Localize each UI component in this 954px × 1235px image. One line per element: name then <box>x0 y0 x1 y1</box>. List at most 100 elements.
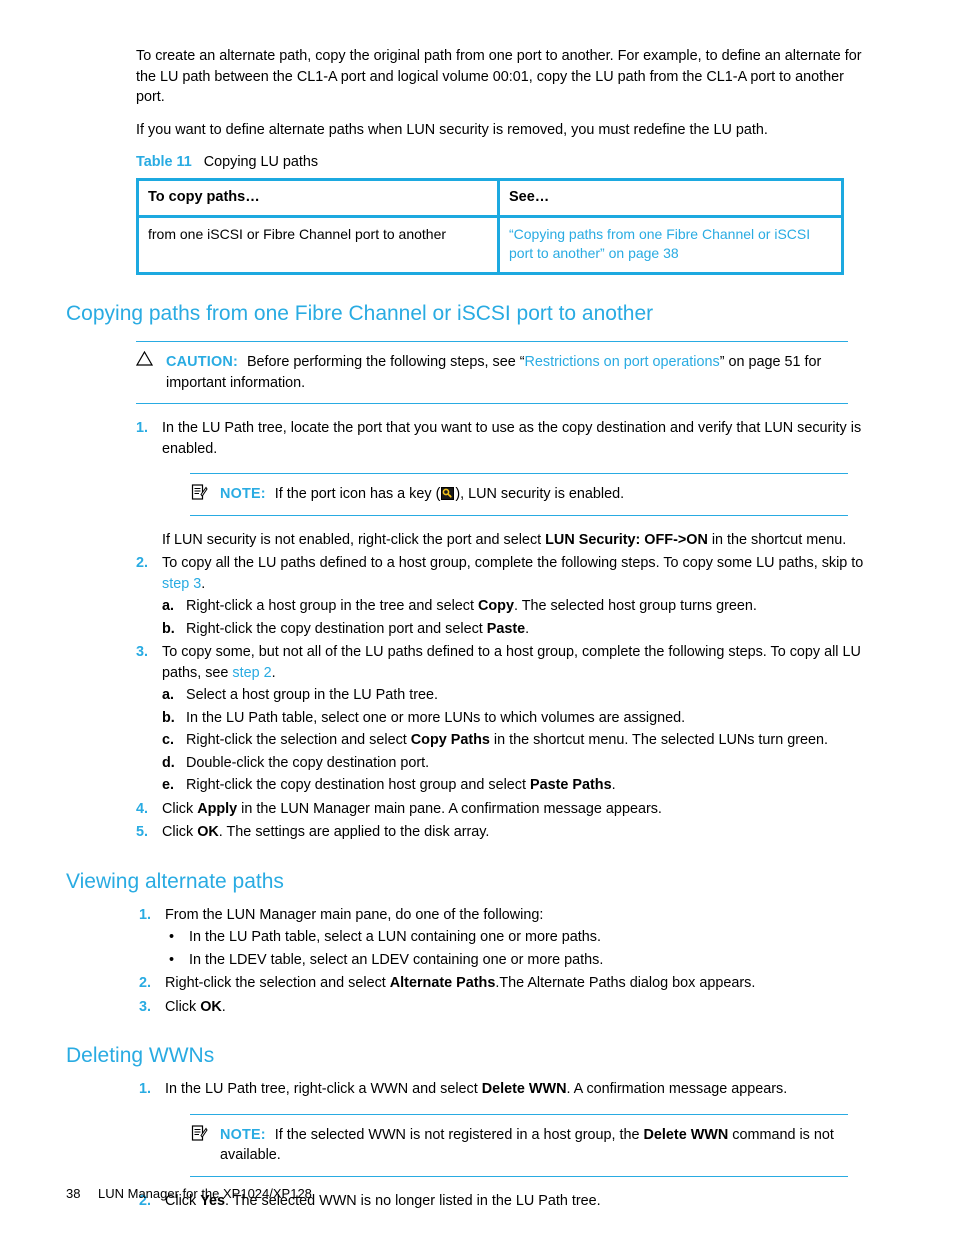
step-text: In the LU Path tree, locate the port tha… <box>162 420 862 457</box>
step-item: 1. In the LU Path tree, locate the port … <box>136 418 866 459</box>
page-footer: 38 LUN Manager for the XP1024/XP128 <box>66 1185 312 1203</box>
step-text-2: . A confirmation message appears. <box>566 1081 788 1097</box>
step-text-2: .The Alternate Paths dialog box appears. <box>495 975 756 991</box>
note2-bold: Delete WWN <box>643 1126 729 1143</box>
step-bold: Delete WWN <box>481 1081 567 1097</box>
bullet-dot-icon: • <box>169 951 175 968</box>
footer-title: LUN Manager for the XP1024/XP128 <box>98 1186 312 1201</box>
step-item: 2. Right-click the selection and select … <box>139 973 866 994</box>
step-text-2: . <box>271 664 276 681</box>
caution-rule-bottom <box>136 403 848 404</box>
copying-lu-paths-table: To copy paths… See… from one iSCSI or Fi… <box>136 178 844 275</box>
step-item: 3. To copy some, but not all of the LU p… <box>136 642 866 796</box>
step-number: 5. <box>136 824 149 840</box>
step-link[interactable]: step 3 <box>162 576 201 592</box>
substep-bold: Copy <box>477 598 514 614</box>
caution-label: CAUTION: <box>166 354 238 370</box>
substep-item: a. Right-click a host group in the tree … <box>162 596 866 617</box>
step-text-1: Click <box>165 998 201 1015</box>
substep-text-1: Double-click the copy destination port. <box>186 754 430 771</box>
note2-rule-bottom <box>190 1175 848 1177</box>
step-number: 2. <box>136 555 149 571</box>
section-heading-deleting-wwns: Deleting WWNs <box>66 1044 215 1067</box>
substep-letter: b. <box>162 620 175 637</box>
step-text-1: To copy all the LU paths defined to a ho… <box>162 555 864 571</box>
note1-text-before: If the port icon has a key ( <box>274 486 441 502</box>
substep-bold: Paste <box>486 620 526 637</box>
step-bold: Alternate Paths <box>389 975 496 991</box>
step-text-2: . The settings are applied to the disk a… <box>218 824 490 840</box>
note1-label: NOTE: <box>220 486 266 502</box>
table-caption: Table 11 Copying LU paths <box>66 152 866 172</box>
note-block-2: NOTE: If the selected WWN is not register… <box>66 1113 866 1177</box>
caution-block: CAUTION: Before performing the following … <box>66 341 866 404</box>
note1-rule-bottom <box>190 514 848 516</box>
table-header-row: To copy paths… See… <box>136 178 844 218</box>
step-item: 5. Click OK. The settings are applied to… <box>136 822 866 843</box>
step-bold: Apply <box>197 800 238 817</box>
bullet-item: • In the LDEV table, select an LDEV cont… <box>165 950 866 971</box>
substep-letter: c. <box>162 732 175 748</box>
substep-item: c. Right-click the selection and select … <box>162 730 866 751</box>
step-number: 3. <box>139 998 152 1015</box>
step-item: 2. To copy all the LU paths defined to a… <box>136 553 866 639</box>
substep-letter: b. <box>162 709 175 726</box>
warning-triangle-icon <box>136 351 158 369</box>
substep-text-1: Select a host group in the LU Path tree. <box>186 687 438 703</box>
substep-letter: e. <box>162 777 175 793</box>
table-header-to-copy-paths: To copy paths… <box>136 178 500 218</box>
substep-text-1: Right-click the selection and select <box>186 732 411 748</box>
bullet-item: • In the LU Path table, select a LUN con… <box>165 927 866 948</box>
bullet-dot-icon: • <box>169 929 175 945</box>
viewing-steps-block: 1. From the LUN Manager main pane, do on… <box>66 905 866 1018</box>
step-text-2: in the LUN Manager main pane. A confirma… <box>237 800 662 817</box>
note-block-1: NOTE: If the port icon has a key ( ), LUN … <box>66 473 866 516</box>
footer-page-number: 38 <box>66 1186 81 1201</box>
step-number: 1. <box>139 1081 152 1097</box>
step-text-1: In the LU Path tree, right-click a WWN a… <box>165 1081 482 1097</box>
step-text-1: Right-click the selection and select <box>165 975 390 991</box>
table-row: from one iSCSI or Fibre Channel port to … <box>136 215 844 275</box>
step-number: 3. <box>136 644 149 660</box>
caution-text-before: Before performing the following steps, s… <box>246 354 525 370</box>
step-link[interactable]: step 2 <box>232 665 271 681</box>
substep-letter: a. <box>162 687 175 703</box>
substep-text-1: Right-click the copy destination host gr… <box>186 777 530 793</box>
copying-steps-block-1: 1. In the LU Path tree, locate the port … <box>66 418 866 459</box>
key-icon <box>441 486 455 500</box>
substep-text-1: In the LU Path table, select one or more… <box>186 709 686 726</box>
intro-paragraph-2: If you want to define alternate paths wh… <box>136 121 768 138</box>
note-clipboard-icon <box>190 483 212 501</box>
step-text-2: . <box>201 575 206 592</box>
section-heading-viewing-alternate-paths: Viewing alternate paths <box>66 869 284 893</box>
substep-item: a. Select a host group in the LU Path tr… <box>162 685 866 706</box>
substep-text-2: . <box>611 777 616 793</box>
document-page: To create an alternate path, copy the or… <box>0 0 954 1235</box>
table-wrapper: To copy paths… See… from one iSCSI or Fi… <box>66 178 866 275</box>
copying-steps-block-2: If LUN security is not enabled, right-cl… <box>66 530 866 843</box>
note2-label: NOTE: <box>220 1126 266 1143</box>
note1-text-after: ), LUN security is enabled. <box>455 486 625 502</box>
step-item: 1. In the LU Path tree, right-click a WW… <box>139 1079 866 1100</box>
substep-text-2: . <box>525 620 530 637</box>
step-text-1: Click <box>162 824 198 840</box>
table-cell-description: from one iSCSI or Fibre Channel port to … <box>136 215 500 275</box>
caution-link[interactable]: Restrictions on port operations <box>525 354 720 370</box>
table-caption-text: Copying LU paths <box>203 154 319 170</box>
substep-item: b. Right-click the copy destination port… <box>162 619 866 640</box>
substep-bold: Copy Paths <box>410 732 490 748</box>
deleting-steps-block-1: 1. In the LU Path tree, right-click a WW… <box>66 1079 866 1100</box>
step-text-1: Click <box>162 800 198 817</box>
note2-text-1: If the selected WWN is not registered in… <box>274 1126 644 1143</box>
substep-item: b. In the LU Path table, select one or m… <box>162 708 866 729</box>
step-bold: OK <box>200 998 222 1015</box>
after-note-text-2: in the shortcut menu. <box>707 531 847 548</box>
bullet-text: In the LU Path table, select a LUN conta… <box>189 929 601 945</box>
table-header-see: See… <box>497 178 844 218</box>
after-note-bold: LUN Security: OFF->ON <box>545 531 708 548</box>
step-number: 2. <box>139 975 152 991</box>
substep-text-1: Right-click the copy destination port an… <box>186 620 487 637</box>
table-number: Table 11 <box>136 154 192 170</box>
substep-bold: Paste Paths <box>529 777 612 793</box>
table-cell-link[interactable]: “Copying paths from one Fibre Channel or… <box>497 215 844 275</box>
